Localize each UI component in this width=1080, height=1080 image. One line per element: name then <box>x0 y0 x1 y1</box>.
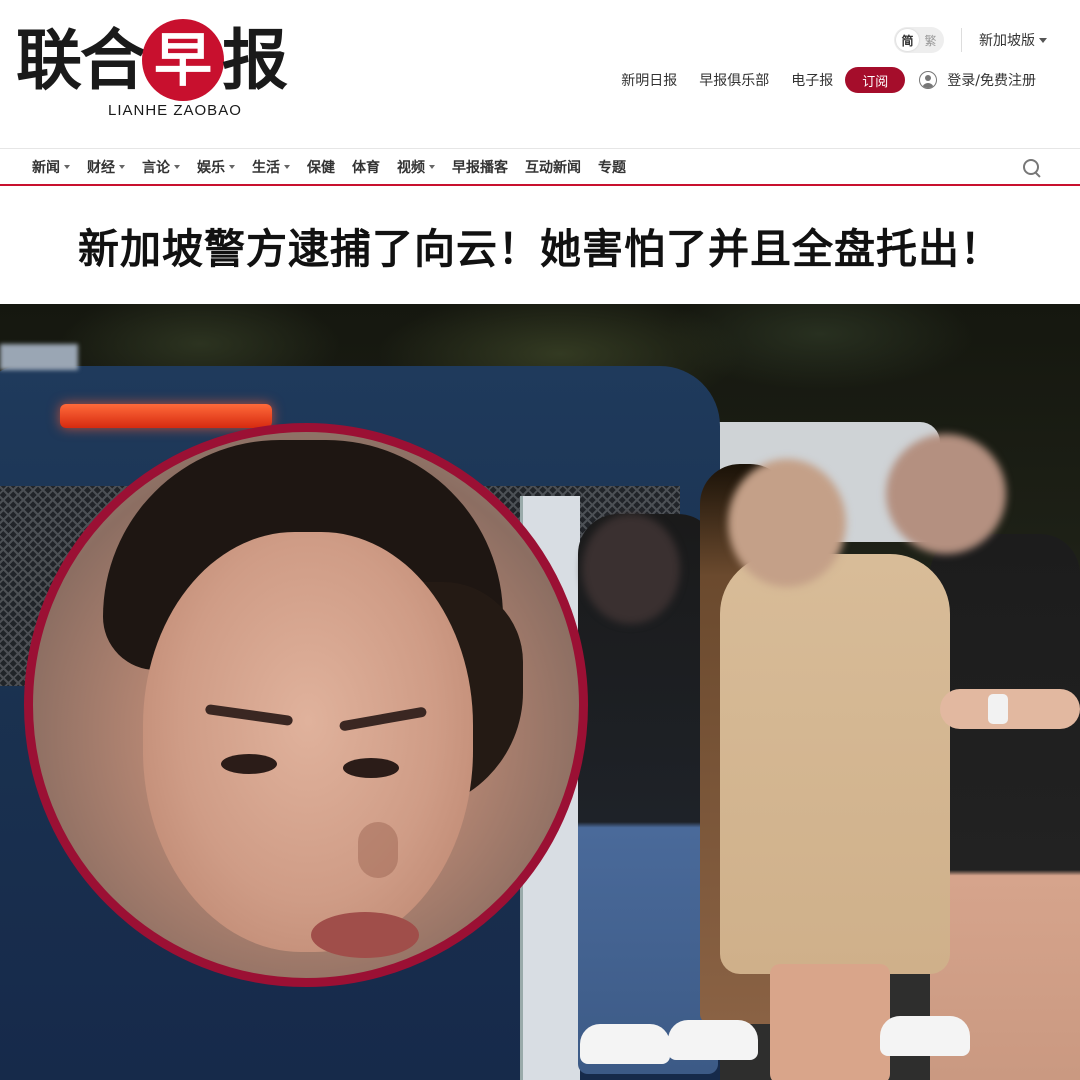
nav-items: 新闻 财经 言论 娱乐 生活 保健 体育 视频 早报播客 互动新闻 专题 <box>32 149 643 185</box>
nav-item-lifestyle[interactable]: 生活 <box>252 157 290 177</box>
person-arm <box>940 689 1080 729</box>
sneaker <box>880 1016 970 1056</box>
nav-item-label: 娱乐 <box>197 160 225 176</box>
blurred-sign <box>0 344 78 370</box>
login-register-link[interactable]: 登录/免费注册 <box>947 70 1036 90</box>
lang-simplified-option[interactable]: 简 <box>896 29 919 51</box>
chevron-down-icon <box>119 165 125 169</box>
chevron-down-icon <box>174 165 180 169</box>
nav-item-health[interactable]: 保健 <box>307 157 335 177</box>
sneaker <box>668 1020 758 1060</box>
logo-red-circle: 早 <box>142 19 224 101</box>
sneaker <box>580 1024 670 1064</box>
nav-item-label: 视频 <box>397 160 425 176</box>
nav-item-label: 新闻 <box>32 160 60 176</box>
nav-item-label: 体育 <box>352 160 380 176</box>
nav-item-label: 专题 <box>598 160 626 176</box>
lang-traditional-option[interactable]: 繁 <box>919 29 942 51</box>
link-epaper[interactable]: 电子报 <box>791 70 833 90</box>
site-header: 联 合 早 报 LIANHE ZAOBAO 简 繁 新加坡版 新明日报 早报俱乐… <box>0 0 1080 148</box>
person-legs <box>770 964 890 1080</box>
inset-eyebrow <box>338 706 428 732</box>
nav-item-label: 早报播客 <box>452 160 508 176</box>
link-shin-min[interactable]: 新明日报 <box>621 70 677 90</box>
wrist-watch <box>988 694 1008 724</box>
logo-subtitle: LIANHE ZAOBAO <box>108 102 242 119</box>
language-toggle[interactable]: 简 繁 <box>894 27 944 53</box>
nav-item-finance[interactable]: 财经 <box>87 157 125 177</box>
inset-eyebrow <box>204 703 294 727</box>
blurred-face <box>728 459 846 587</box>
search-icon[interactable] <box>1022 158 1042 178</box>
logo-char-1: 联 <box>16 21 82 99</box>
nav-item-entertainment[interactable]: 娱乐 <box>197 157 235 177</box>
nav-item-specials[interactable]: 专题 <box>598 157 626 177</box>
edition-label: 新加坡版 <box>979 33 1035 49</box>
article-headline: 新加坡警方逮捕了向云！她害怕了并且全盘托出！ <box>78 225 1002 273</box>
inset-mouth <box>311 912 419 958</box>
inset-eye <box>221 754 277 774</box>
nav-item-podcast[interactable]: 早报播客 <box>452 157 508 177</box>
blurred-face <box>582 514 680 624</box>
nav-item-opinion[interactable]: 言论 <box>142 157 180 177</box>
main-nav: 新闻 财经 言论 娱乐 生活 保健 体育 视频 早报播客 互动新闻 专题 <box>0 148 1080 186</box>
inset-portrait <box>24 423 588 987</box>
link-zaobao-club[interactable]: 早报俱乐部 <box>699 70 769 90</box>
article-photo <box>0 304 1080 1080</box>
article-headline-area: 新加坡警方逮捕了向云！她害怕了并且全盘托出！ <box>0 186 1080 304</box>
person-figure <box>720 554 950 974</box>
header-links: 新明日报 早报俱乐部 电子报 订阅 登录/免费注册 <box>599 66 1036 94</box>
header-divider <box>961 28 962 52</box>
nav-item-label: 言论 <box>142 160 170 176</box>
logo-wordmark: 联 合 早 报 <box>16 18 336 102</box>
chevron-down-icon <box>284 165 290 169</box>
chevron-down-icon <box>64 165 70 169</box>
edition-selector[interactable]: 新加坡版 <box>979 30 1047 50</box>
chevron-down-icon <box>229 165 235 169</box>
nav-item-sports[interactable]: 体育 <box>352 157 380 177</box>
nav-item-label: 生活 <box>252 160 280 176</box>
nav-item-label: 保健 <box>307 160 335 176</box>
inset-eye <box>343 758 399 778</box>
logo-char-2: 合 <box>80 21 146 99</box>
subscribe-button[interactable]: 订阅 <box>845 67 906 93</box>
person-figure <box>930 534 1080 1080</box>
nav-item-label: 互动新闻 <box>525 160 581 176</box>
nav-item-label: 财经 <box>87 160 115 176</box>
chevron-down-icon <box>1039 37 1047 43</box>
chevron-down-icon <box>429 165 435 169</box>
nav-item-interactive[interactable]: 互动新闻 <box>525 157 581 177</box>
logo-char-4: 报 <box>222 21 288 99</box>
nav-item-video[interactable]: 视频 <box>397 157 435 177</box>
blurred-face <box>886 434 1006 554</box>
nav-item-news[interactable]: 新闻 <box>32 157 70 177</box>
van-roof-light <box>60 404 272 428</box>
logo-char-3: 早 <box>153 26 212 94</box>
site-logo[interactable]: 联 合 早 报 LIANHE ZAOBAO <box>16 18 336 128</box>
user-icon[interactable] <box>919 71 938 89</box>
inset-nose <box>358 822 398 878</box>
inset-face <box>143 532 473 958</box>
